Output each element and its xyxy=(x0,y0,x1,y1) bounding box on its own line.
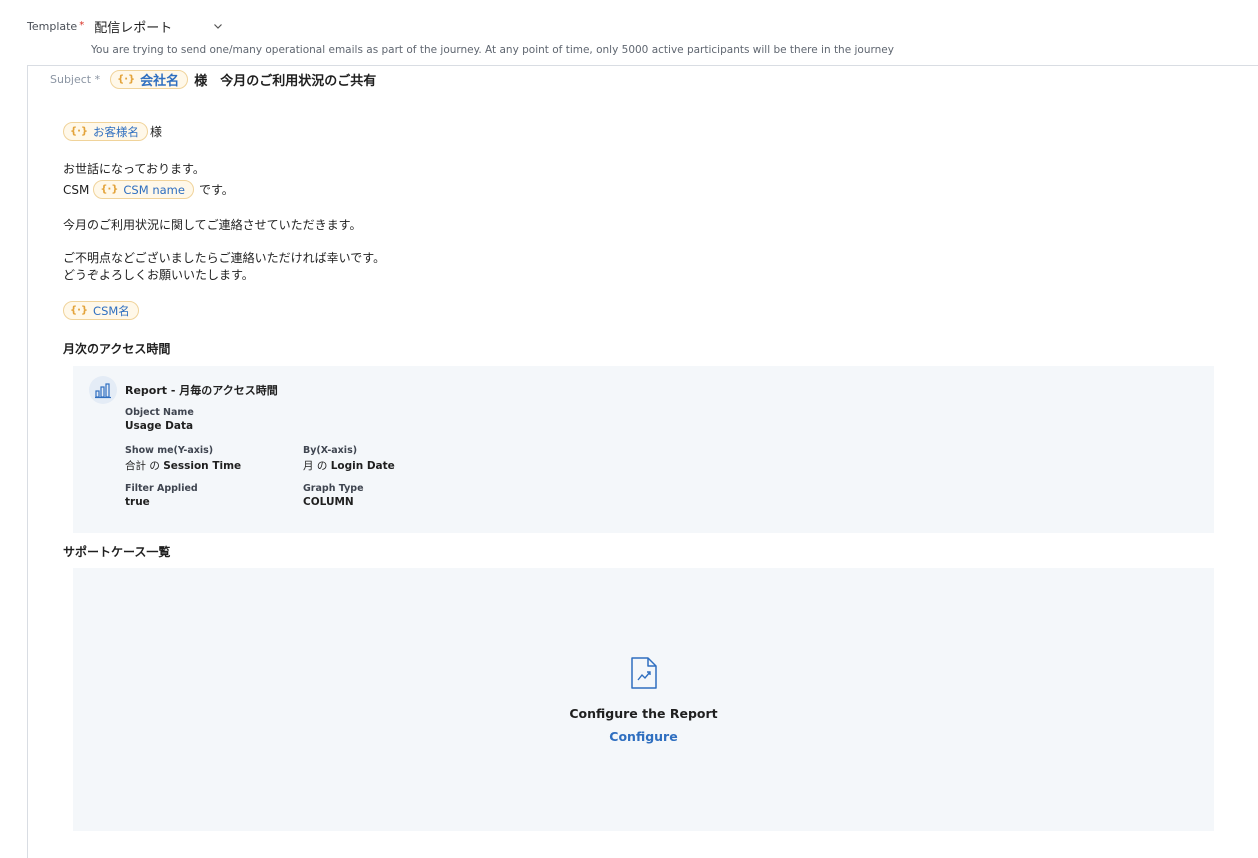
y-axis-value: 合計 の Session Time xyxy=(125,460,242,472)
body-line-3: 今月のご利用状況に関してご連絡させていただきます。 xyxy=(63,218,362,232)
graph-type-field: Graph Type COLUMN xyxy=(303,483,364,508)
body-line-4: ご不明点などございましたらご連絡いただければ幸いです。 xyxy=(63,251,386,265)
x-axis-label: By(X-axis) xyxy=(303,445,358,456)
section-heading-monthly-access: 月次のアクセス時間 xyxy=(63,342,171,356)
template-label: Template * xyxy=(27,19,85,33)
csm-name-token[interactable]: {·} CSM name xyxy=(93,180,194,199)
subject-label: Subject * xyxy=(50,72,101,86)
chevron-down-icon xyxy=(212,20,224,32)
y-axis-field: Show me(Y-axis) 合計 の Session Time xyxy=(125,445,241,473)
filter-value: true xyxy=(125,496,150,508)
report-card[interactable]: Report - 月毎のアクセス時間 Object Name Usage Dat… xyxy=(73,366,1214,533)
report-title: Report - 月毎のアクセス時間 xyxy=(125,384,278,397)
object-name-label: Object Name xyxy=(125,407,194,418)
variable-icon: {·} xyxy=(100,184,119,195)
csm-signature-token[interactable]: {·} CSM名 xyxy=(63,301,139,320)
report-file-icon xyxy=(630,656,658,694)
customer-name-token[interactable]: {·} お客様名 xyxy=(63,122,149,141)
object-name-field: Object Name Usage Data xyxy=(125,407,194,432)
subject-token-company[interactable]: {·} 会社名 xyxy=(110,69,189,89)
greeting-line: {·} お客様名 様 xyxy=(63,122,162,141)
variable-icon: {·} xyxy=(117,73,136,85)
template-value: 配信レポート xyxy=(94,20,173,36)
graph-type-value: COLUMN xyxy=(303,496,354,508)
required-mark: * xyxy=(79,19,85,31)
csm-suffix: です。 xyxy=(198,183,234,197)
section-heading-support-cases: サポートケース一覧 xyxy=(63,545,171,559)
x-axis-field: By(X-axis) 月 の Login Date xyxy=(303,445,395,473)
y-axis-label: Show me(Y-axis) xyxy=(125,445,214,456)
template-row: Template * 配信レポート xyxy=(27,16,224,36)
csm-line: CSM {·} CSM name です。 xyxy=(63,180,234,199)
body-line-5: どうぞよろしくお願いいたします。 xyxy=(63,268,254,282)
variable-icon: {·} xyxy=(70,126,89,137)
body-line-1: お世話になっております。 xyxy=(63,162,205,176)
signature-line: {·} CSM名 xyxy=(63,301,139,320)
subject-row: Subject * {·} 会社名 様 今月のご利用状況のご共有 xyxy=(50,69,376,89)
configure-link[interactable]: Configure xyxy=(609,729,677,744)
configure-report-card: Configure the Report Configure xyxy=(73,568,1214,831)
csm-prefix: CSM xyxy=(63,182,90,197)
filter-field: Filter Applied true xyxy=(125,483,198,508)
greeting-suffix: 様 xyxy=(150,125,163,139)
variable-icon: {·} xyxy=(70,305,89,316)
template-helper-text: You are trying to send one/many operatio… xyxy=(91,44,894,56)
filter-label: Filter Applied xyxy=(125,483,198,494)
subject-text[interactable]: 様 今月のご利用状況のご共有 xyxy=(194,70,376,89)
graph-type-label: Graph Type xyxy=(303,483,364,494)
configure-report-title: Configure the Report xyxy=(569,706,718,721)
template-dropdown[interactable]: 配信レポート xyxy=(94,17,224,36)
x-axis-value: 月 の Login Date xyxy=(303,460,395,472)
email-editor[interactable]: Subject * {·} 会社名 様 今月のご利用状況のご共有 {·} お客様名 … xyxy=(27,65,1258,858)
object-name-value: Usage Data xyxy=(125,420,194,432)
bar-chart-icon xyxy=(89,376,117,404)
